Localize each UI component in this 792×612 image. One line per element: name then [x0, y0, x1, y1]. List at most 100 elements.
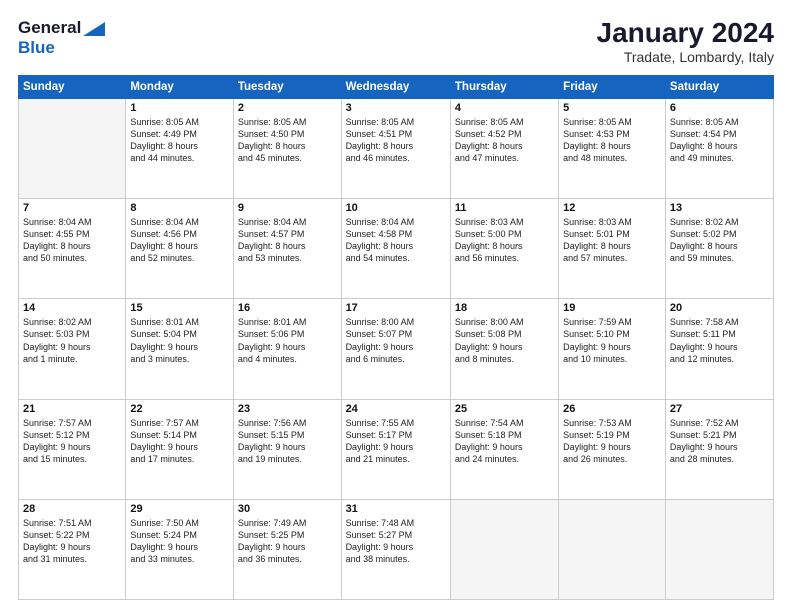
calendar-cell — [559, 499, 666, 599]
weekday-header-row: SundayMondayTuesdayWednesdayThursdayFrid… — [19, 75, 774, 98]
weekday-saturday: Saturday — [665, 75, 773, 98]
header: General Blue January 2024 Tradate, Lomba… — [18, 18, 774, 65]
weekday-sunday: Sunday — [19, 75, 126, 98]
calendar-cell: 1Sunrise: 8:05 AMSunset: 4:49 PMDaylight… — [126, 98, 234, 198]
cell-content: Sunrise: 7:56 AMSunset: 5:15 PMDaylight:… — [238, 417, 337, 466]
calendar-cell: 17 Sunrise: 8:00 AMSunset: 5:07 PMDayligh… — [341, 299, 450, 399]
calendar-cell: 22 Sunrise: 7:57 AMSunset: 5:14 PMDayligh… — [126, 399, 234, 499]
cell-content: Sunrise: 8:02 AMSunset: 5:02 PMDaylight:… — [670, 216, 769, 265]
day-number: 15 — [130, 302, 229, 314]
cell-content: Sunrise: 8:05 AMSunset: 4:54 PMDaylight:… — [670, 116, 769, 165]
day-number: 24 — [346, 403, 446, 415]
cell-content: Sunrise: 8:03 AMSunset: 5:00 PMDaylight:… — [455, 216, 554, 265]
cell-content: Sunrise: 8:02 AMSunset: 5:03 PMDaylight:… — [23, 316, 121, 365]
day-number: 27 — [670, 403, 769, 415]
cell-content: Sunrise: 8:03 AMSunset: 5:01 PMDaylight:… — [563, 216, 661, 265]
cell-content: Sunrise: 8:04 AMSunset: 4:57 PMDaylight:… — [238, 216, 337, 265]
day-number: 31 — [346, 503, 446, 515]
calendar-cell: 6 Sunrise: 8:05 AMSunset: 4:54 PMDaylight… — [665, 98, 773, 198]
calendar-cell: 15 Sunrise: 8:01 AMSunset: 5:04 PMDayligh… — [126, 299, 234, 399]
day-number: 5 — [563, 102, 661, 114]
cell-content: Sunrise: 8:05 AMSunset: 4:51 PMDaylight:… — [346, 116, 446, 165]
calendar-cell: 14 Sunrise: 8:02 AMSunset: 5:03 PMDayligh… — [19, 299, 126, 399]
day-number: 29 — [130, 503, 229, 515]
day-number: 6 — [670, 102, 769, 114]
page: General Blue January 2024 Tradate, Lomba… — [0, 0, 792, 612]
logo-general: General — [18, 18, 81, 38]
cell-content: Sunrise: 8:00 AMSunset: 5:07 PMDaylight:… — [346, 316, 446, 365]
location-title: Tradate, Lombardy, Italy — [597, 49, 774, 65]
cell-content: Sunrise: 7:52 AMSunset: 5:21 PMDaylight:… — [670, 417, 769, 466]
cell-content: Sunrise: 7:55 AMSunset: 5:17 PMDaylight:… — [346, 417, 446, 466]
day-number: 21 — [23, 403, 121, 415]
cell-content: Sunrise: 7:51 AMSunset: 5:22 PMDaylight:… — [23, 517, 121, 566]
cell-content: Sunrise: 7:58 AMSunset: 5:11 PMDaylight:… — [670, 316, 769, 365]
calendar-table: SundayMondayTuesdayWednesdayThursdayFrid… — [18, 75, 774, 600]
day-number: 14 — [23, 302, 121, 314]
calendar-cell: 12 Sunrise: 8:03 AMSunset: 5:01 PMDayligh… — [559, 199, 666, 299]
day-number: 9 — [238, 202, 337, 214]
calendar-cell: 19 Sunrise: 7:59 AMSunset: 5:10 PMDayligh… — [559, 299, 666, 399]
calendar-cell: 20 Sunrise: 7:58 AMSunset: 5:11 PMDayligh… — [665, 299, 773, 399]
calendar-cell: 24 Sunrise: 7:55 AMSunset: 5:17 PMDayligh… — [341, 399, 450, 499]
cell-content: Sunrise: 7:54 AMSunset: 5:18 PMDaylight:… — [455, 417, 554, 466]
day-number: 11 — [455, 202, 554, 214]
logo: General Blue — [18, 18, 105, 58]
calendar-cell — [19, 98, 126, 198]
calendar-cell: 16Sunrise: 8:01 AMSunset: 5:06 PMDayligh… — [233, 299, 341, 399]
weekday-thursday: Thursday — [450, 75, 558, 98]
cell-content: Sunrise: 8:00 AMSunset: 5:08 PMDaylight:… — [455, 316, 554, 365]
logo-blue: Blue — [18, 38, 55, 57]
calendar-cell: 3Sunrise: 8:05 AMSunset: 4:51 PMDaylight… — [341, 98, 450, 198]
day-number: 4 — [455, 102, 554, 114]
calendar-cell: 29 Sunrise: 7:50 AMSunset: 5:24 PMDayligh… — [126, 499, 234, 599]
day-number: 28 — [23, 503, 121, 515]
cell-content: Sunrise: 7:53 AMSunset: 5:19 PMDaylight:… — [563, 417, 661, 466]
day-number: 17 — [346, 302, 446, 314]
calendar-cell: 21 Sunrise: 7:57 AMSunset: 5:12 PMDayligh… — [19, 399, 126, 499]
cell-content: Sunrise: 8:05 AMSunset: 4:50 PMDaylight:… — [238, 116, 337, 165]
cell-content: Sunrise: 8:04 AMSunset: 4:56 PMDaylight:… — [130, 216, 229, 265]
calendar-cell — [665, 499, 773, 599]
day-number: 7 — [23, 202, 121, 214]
day-number: 12 — [563, 202, 661, 214]
cell-content: Sunrise: 8:04 AMSunset: 4:58 PMDaylight:… — [346, 216, 446, 265]
week-row-0: 1Sunrise: 8:05 AMSunset: 4:49 PMDaylight… — [19, 98, 774, 198]
logo-icon — [83, 22, 105, 36]
weekday-tuesday: Tuesday — [233, 75, 341, 98]
cell-content: Sunrise: 8:04 AMSunset: 4:55 PMDaylight:… — [23, 216, 121, 265]
day-number: 18 — [455, 302, 554, 314]
cell-content: Sunrise: 7:57 AMSunset: 5:14 PMDaylight:… — [130, 417, 229, 466]
calendar-cell: 28 Sunrise: 7:51 AMSunset: 5:22 PMDayligh… — [19, 499, 126, 599]
week-row-4: 28 Sunrise: 7:51 AMSunset: 5:22 PMDayligh… — [19, 499, 774, 599]
cell-content: Sunrise: 7:59 AMSunset: 5:10 PMDaylight:… — [563, 316, 661, 365]
day-number: 2 — [238, 102, 337, 114]
cell-content: Sunrise: 8:05 AMSunset: 4:53 PMDaylight:… — [563, 116, 661, 165]
calendar-cell: 26 Sunrise: 7:53 AMSunset: 5:19 PMDayligh… — [559, 399, 666, 499]
calendar-cell: 25 Sunrise: 7:54 AMSunset: 5:18 PMDayligh… — [450, 399, 558, 499]
cell-content: Sunrise: 8:05 AMSunset: 4:52 PMDaylight:… — [455, 116, 554, 165]
day-number: 22 — [130, 403, 229, 415]
day-number: 20 — [670, 302, 769, 314]
day-number: 19 — [563, 302, 661, 314]
calendar-cell: 31Sunrise: 7:48 AMSunset: 5:27 PMDayligh… — [341, 499, 450, 599]
calendar-cell: 8 Sunrise: 8:04 AMSunset: 4:56 PMDaylight… — [126, 199, 234, 299]
month-title: January 2024 — [597, 18, 774, 49]
weekday-monday: Monday — [126, 75, 234, 98]
calendar-cell: 7 Sunrise: 8:04 AMSunset: 4:55 PMDaylight… — [19, 199, 126, 299]
day-number: 10 — [346, 202, 446, 214]
cell-content: Sunrise: 7:57 AMSunset: 5:12 PMDaylight:… — [23, 417, 121, 466]
week-row-2: 14 Sunrise: 8:02 AMSunset: 5:03 PMDayligh… — [19, 299, 774, 399]
weekday-friday: Friday — [559, 75, 666, 98]
cell-content: Sunrise: 7:50 AMSunset: 5:24 PMDaylight:… — [130, 517, 229, 566]
title-block: January 2024 Tradate, Lombardy, Italy — [597, 18, 774, 65]
day-number: 13 — [670, 202, 769, 214]
day-number: 8 — [130, 202, 229, 214]
day-number: 23 — [238, 403, 337, 415]
cell-content: Sunrise: 8:01 AMSunset: 5:04 PMDaylight:… — [130, 316, 229, 365]
day-number: 25 — [455, 403, 554, 415]
calendar-cell: 9 Sunrise: 8:04 AMSunset: 4:57 PMDaylight… — [233, 199, 341, 299]
calendar-cell: 30Sunrise: 7:49 AMSunset: 5:25 PMDayligh… — [233, 499, 341, 599]
day-number: 26 — [563, 403, 661, 415]
day-number: 30 — [238, 503, 337, 515]
